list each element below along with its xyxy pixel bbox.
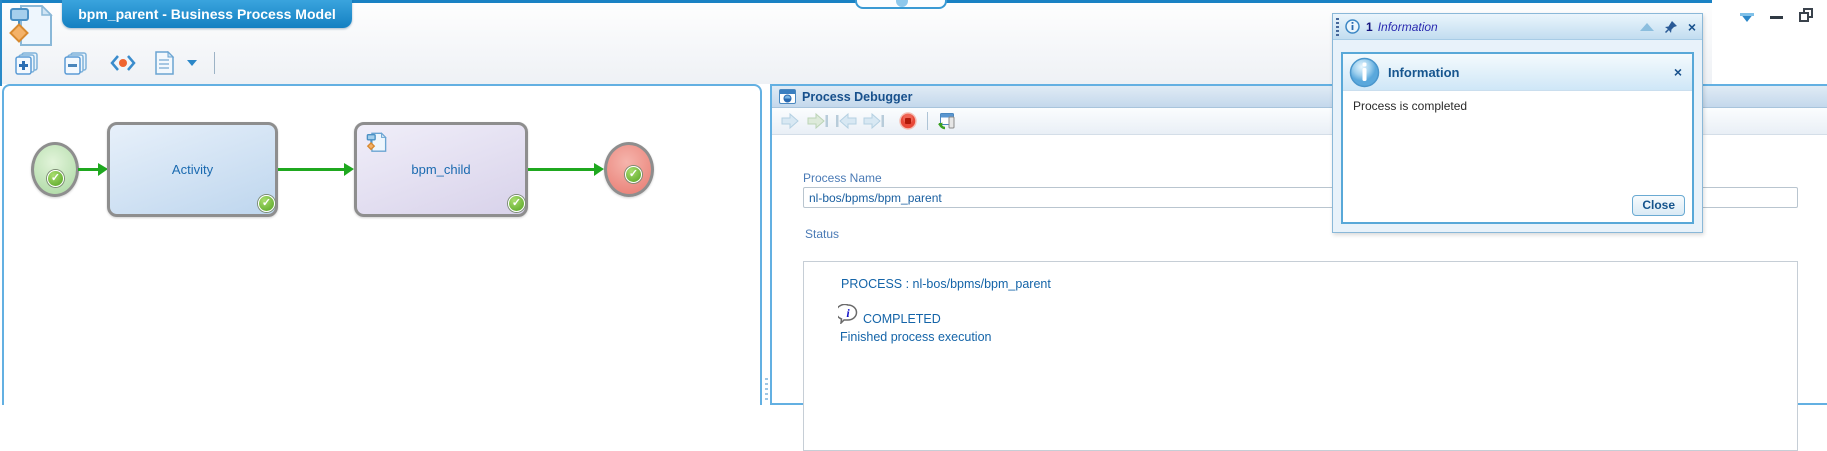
restore-window-icon[interactable]: [1799, 8, 1813, 22]
notification-titlebar[interactable]: 1 Information ×: [1333, 14, 1702, 40]
flow-arrowhead-icon: [344, 163, 354, 176]
debug-refresh-view-button[interactable]: [935, 110, 959, 132]
debugger-window-icon: [779, 89, 796, 104]
splitter-grip-icon: [765, 378, 768, 402]
step-return-arrow-icon: [863, 113, 884, 129]
window-left-border: [0, 0, 2, 86]
status-log-box: PROCESS : nl-bos/bpms/bpm_parent i COMPL…: [803, 261, 1798, 451]
flow-connector: [278, 168, 346, 171]
close-icon[interactable]: ×: [1688, 20, 1696, 34]
information-dialog: Information × Process is completed Close: [1341, 52, 1694, 224]
information-icon: [1349, 57, 1380, 87]
notification-count: 1: [1366, 19, 1373, 34]
minimize-icon[interactable]: [1770, 16, 1783, 19]
titlebar-grip-icon: [1336, 17, 1339, 36]
debugger-title: Process Debugger: [802, 89, 913, 104]
model-toolbar: [10, 48, 215, 78]
subprocess-node-label: bpm_child: [411, 162, 471, 177]
collapse-up-icon[interactable]: [1639, 22, 1654, 31]
completed-check-icon: ✓: [625, 166, 642, 183]
debug-step-over-button[interactable]: [806, 110, 830, 132]
collapse-handle-knob-icon: [896, 0, 908, 7]
subprocess-marker-icon: [366, 132, 387, 156]
panel-collapse-handle[interactable]: [855, 0, 947, 9]
report-button[interactable]: [150, 49, 178, 77]
debug-run-button[interactable]: [778, 110, 802, 132]
tab-bpm-parent[interactable]: bpm_parent - Business Process Model: [62, 0, 352, 28]
notification-window: 1 Information × Information × Process is…: [1332, 13, 1703, 233]
flow-connector: [78, 168, 100, 171]
dropdown-caret-icon: [187, 60, 197, 66]
notification-title: Information: [1377, 19, 1438, 34]
information-dialog-title: Information: [1388, 64, 1460, 80]
activity-node-label: Activity: [171, 162, 214, 177]
information-dialog-header: Information ×: [1343, 54, 1692, 91]
panel-splitter[interactable]: [763, 84, 770, 405]
restore-front-square: [1799, 12, 1809, 22]
zoom-out-button[interactable]: [59, 49, 92, 77]
process-model-canvas[interactable]: ✓ Activity ✓ bpm_child ✓ ✓: [2, 84, 762, 405]
end-event-node[interactable]: ✓: [604, 142, 654, 197]
stop-icon: [899, 112, 917, 130]
pin-icon[interactable]: [1664, 20, 1678, 34]
activity-node[interactable]: Activity ✓: [107, 122, 278, 217]
info-circle-icon: [1345, 19, 1360, 34]
status-state-text: COMPLETED: [863, 312, 941, 326]
zoom-in-button[interactable]: [10, 49, 43, 77]
angle-dot-validate-icon: [110, 55, 136, 71]
process-name-label: Process Name: [803, 171, 882, 185]
debug-step-into-button[interactable]: [834, 110, 858, 132]
bpm-document-icon: [8, 4, 54, 50]
completed-check-icon: ✓: [508, 195, 525, 212]
status-process-line: PROCESS : nl-bos/bpms/bpm_parent: [841, 277, 1051, 291]
tab-title: bpm_parent - Business Process Model: [78, 6, 336, 22]
close-button[interactable]: Close: [1632, 195, 1685, 216]
document-report-icon: [155, 51, 175, 75]
subprocess-node-bpm-child[interactable]: bpm_child ✓: [354, 122, 528, 217]
information-message: Process is completed: [1353, 99, 1468, 113]
report-dropdown-button[interactable]: [178, 49, 200, 77]
pages-plus-icon: [15, 52, 38, 75]
dialog-close-icon[interactable]: ×: [1674, 65, 1682, 79]
debug-step-return-button[interactable]: [862, 110, 886, 132]
start-event-node[interactable]: ✓: [31, 142, 79, 197]
flow-connector: [528, 168, 596, 171]
completed-check-icon: ✓: [47, 170, 64, 187]
flow-arrowhead-icon: [594, 163, 604, 176]
toolbar-separator: [214, 52, 215, 74]
info-bubble-icon: i: [835, 303, 859, 327]
step-into-arrow-icon: [836, 113, 857, 129]
debugger-toolbar-separator: [927, 112, 928, 130]
step-over-arrow-icon: [807, 113, 828, 129]
window-menu-caret-icon[interactable]: [1740, 13, 1754, 22]
debug-stop-button[interactable]: [896, 110, 920, 132]
completed-check-icon: ✓: [258, 195, 275, 212]
refresh-view-icon: [938, 113, 955, 130]
pages-minus-icon: [64, 52, 87, 75]
status-label: Status: [805, 227, 840, 241]
validate-model-button[interactable]: [106, 49, 140, 77]
status-detail-text: Finished process execution: [840, 330, 992, 344]
run-arrow-icon: [781, 113, 799, 129]
